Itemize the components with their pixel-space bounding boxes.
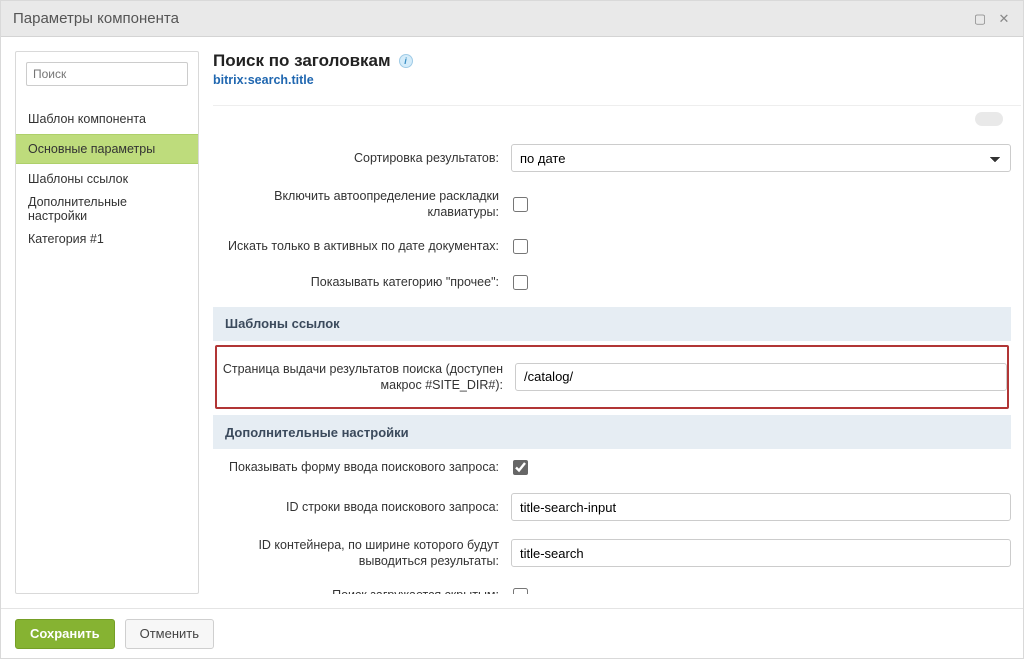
search-input[interactable] — [26, 62, 188, 86]
titlebar-controls: ▢ ✕ — [973, 12, 1011, 26]
row-results-page: Страница выдачи результатов поиска (дост… — [217, 353, 1007, 402]
label-input-id: ID строки ввода поискового запроса: — [213, 499, 511, 515]
dialog-window: Параметры компонента ▢ ✕ Шаблон компонен… — [0, 0, 1024, 659]
sidebar-item-category-1[interactable]: Категория #1 — [16, 224, 198, 254]
row-auto-layout: Включить автоопределение раскладки клави… — [213, 180, 1011, 229]
checkbox-show-other[interactable] — [513, 275, 528, 290]
sidebar-item-additional[interactable]: Дополнительные настройки — [16, 194, 198, 224]
component-code: bitrix:search.title — [213, 73, 1021, 87]
truncated-row-stub — [213, 106, 1011, 136]
titlebar: Параметры компонента ▢ ✕ — [1, 1, 1023, 37]
input-container-id[interactable] — [511, 539, 1011, 567]
row-show-form: Показывать форму ввода поискового запрос… — [213, 449, 1011, 485]
cancel-button[interactable]: Отменить — [125, 619, 214, 649]
maximize-icon[interactable]: ▢ — [973, 12, 987, 26]
checkbox-hidden-load[interactable] — [513, 588, 528, 594]
sidebar-search — [26, 62, 188, 86]
row-hidden-load: Поиск загружается скрытым: — [213, 578, 1011, 595]
label-container-id: ID контейнера, по ширине которого будут … — [213, 537, 511, 570]
section-additional: Дополнительные настройки — [213, 415, 1011, 449]
checkbox-auto-layout[interactable] — [513, 197, 528, 212]
stub-pill — [975, 112, 1003, 126]
checkbox-show-form[interactable] — [513, 460, 528, 475]
row-container-id: ID контейнера, по ширине которого будут … — [213, 529, 1011, 578]
window-title: Параметры компонента — [13, 10, 973, 27]
label-sort: Сортировка результатов: — [213, 150, 511, 166]
label-results-page: Страница выдачи результатов поиска (дост… — [217, 361, 515, 394]
label-auto-layout: Включить автоопределение раскладки клави… — [213, 188, 511, 221]
sidebar-items: Шаблон компонента Основные параметры Шаб… — [16, 104, 198, 254]
row-show-other: Показывать категорию "прочее": — [213, 265, 1011, 301]
form-scroll-area[interactable]: Сортировка результатов: по дате Включить… — [213, 105, 1021, 594]
label-show-other: Показывать категорию "прочее": — [213, 274, 511, 290]
page-title: Поиск по заголовкам — [213, 51, 391, 71]
main-panel: Поиск по заголовкам i bitrix:search.titl… — [213, 51, 1023, 594]
dialog-body: Шаблон компонента Основные параметры Шаб… — [1, 37, 1023, 608]
label-hidden-load: Поиск загружается скрытым: — [213, 587, 511, 594]
close-icon[interactable]: ✕ — [997, 12, 1011, 26]
label-show-form: Показывать форму ввода поискового запрос… — [213, 459, 511, 475]
dialog-footer: Сохранить Отменить — [1, 608, 1023, 658]
sidebar: Шаблон компонента Основные параметры Шаб… — [15, 51, 199, 594]
main-header: Поиск по заголовкам i bitrix:search.titl… — [213, 51, 1021, 87]
input-input-id[interactable] — [511, 493, 1011, 521]
select-sort[interactable]: по дате — [511, 144, 1011, 172]
row-input-id: ID строки ввода поискового запроса: — [213, 485, 1011, 529]
sidebar-item-link-templates[interactable]: Шаблоны ссылок — [16, 164, 198, 194]
highlighted-results-page-row: Страница выдачи результатов поиска (дост… — [215, 345, 1009, 410]
row-active-only: Искать только в активных по дате докумен… — [213, 229, 1011, 265]
save-button[interactable]: Сохранить — [15, 619, 115, 649]
row-sort: Сортировка результатов: по дате — [213, 136, 1011, 180]
checkbox-active-only[interactable] — [513, 239, 528, 254]
sidebar-item-template[interactable]: Шаблон компонента — [16, 104, 198, 134]
input-results-page[interactable] — [515, 363, 1007, 391]
section-link-templates: Шаблоны ссылок — [213, 307, 1011, 341]
info-icon[interactable]: i — [399, 54, 413, 68]
label-active-only: Искать только в активных по дате докумен… — [213, 238, 511, 254]
sidebar-item-main-params[interactable]: Основные параметры — [16, 134, 198, 164]
